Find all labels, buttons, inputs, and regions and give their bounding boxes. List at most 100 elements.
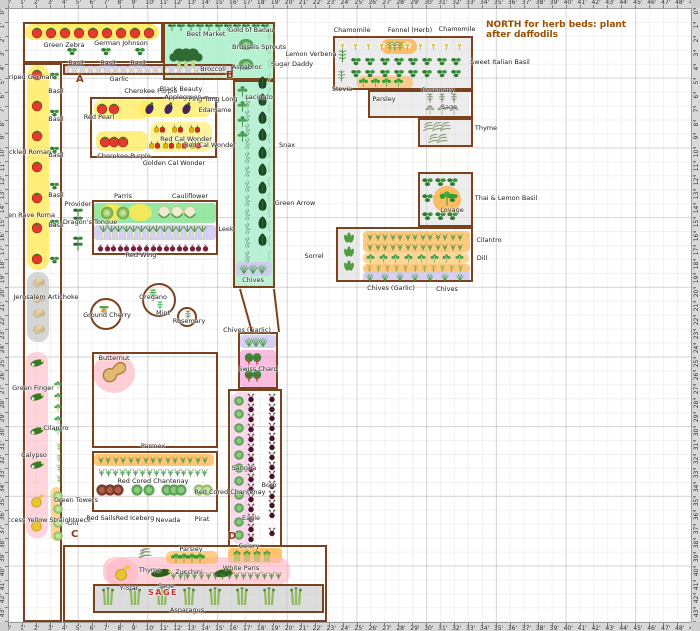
ruler-label: 32' [452,626,461,631]
ruler-label: 42' [0,594,6,603]
ruler-label: 19' [271,626,280,631]
ruler-label: 3' [694,51,700,56]
ruler-corner [691,622,700,631]
ruler-label: 27' [694,385,700,394]
ruler-label: 39' [694,553,700,562]
ruler-label: 8' [118,0,123,6]
ruler-label: 6' [90,0,95,6]
ruler-left: 0'1'2'3'4'5'6'7'8'9'10'11'12'13'14'15'16… [0,8,9,622]
ruler-label: 22' [694,316,700,325]
ruler-label: 16' [0,232,6,241]
garden-planner-canvas: 0'1'2'3'4'5'6'7'8'9'10'11'12'13'14'15'16… [0,0,700,631]
planting-note[interactable]: NORTH for herb beds: plant after daffodi… [486,20,626,40]
ruler-label: 1' [20,626,25,631]
ruler-label: 22' [0,316,6,325]
ruler-label: 5' [76,626,81,631]
ruler-label: 0' [0,9,6,14]
ruler-label: 33' [0,469,6,478]
ruler-label: 10' [145,0,154,6]
ruler-label: 26' [368,626,377,631]
ruler-label: 32' [0,455,6,464]
ruler-label: 21' [299,0,308,6]
ruler-label: 33' [466,626,475,631]
ruler-label: 12' [173,0,182,6]
ruler-label: 10' [0,148,6,157]
ruler-label: 26' [368,0,377,6]
ruler-label: 31' [438,0,447,6]
ruler-label: 15' [0,218,6,227]
ruler-label: 43' [694,608,700,617]
ruler-label: 14' [0,204,6,213]
ruler-label: 34' [480,0,489,6]
ruler-label: 41' [578,626,587,631]
ruler-label: 4' [694,65,700,70]
ruler-label: 20' [285,626,294,631]
ruler-label: 19' [271,0,280,6]
ruler-label: 40' [694,567,700,576]
ruler-label: 8' [0,121,6,126]
ruler-label: 45' [633,0,642,6]
ruler-label: 2' [0,37,6,42]
ruler-label: 18' [0,260,6,269]
ruler-label: 40' [564,0,573,6]
ruler-label: 35' [0,497,6,506]
ruler-label: 30' [0,427,6,436]
ruler-label: 38' [694,539,700,548]
ruler-label: 37' [522,626,531,631]
ruler-label: 43' [0,608,6,617]
ruler-label: 28' [396,0,405,6]
ruler-label: 46' [647,626,656,631]
ruler-label: 23' [0,330,6,339]
ruler-label: 7' [104,626,109,631]
ruler-top: 0'1'2'3'4'5'6'7'8'9'10'11'12'13'14'15'16… [8,0,691,9]
ruler-label: 9' [694,134,700,139]
ruler-label: 10' [694,148,700,157]
ruler-label: 31' [0,441,6,450]
ruler-label: 21' [0,302,6,311]
ruler-label: 9' [0,134,6,139]
ruler-label: 11' [694,162,700,171]
ruler-label: 16' [229,626,238,631]
ruler-label: 8' [118,626,123,631]
ruler-corner [0,622,8,631]
ruler-label: 33' [694,469,700,478]
ruler-label: 40' [0,567,6,576]
ruler-label: 35' [694,497,700,506]
ruler-label: 42' [591,0,600,6]
ruler-label: 5' [0,79,6,84]
ruler-label: 30' [694,427,700,436]
ruler-label: 6' [0,93,6,98]
ruler-label: 17' [694,246,700,255]
ruler-label: 21' [694,302,700,311]
ruler-label: 39' [550,0,559,6]
ruler-label: 29' [0,413,6,422]
ruler-label: 35' [494,626,503,631]
ruler-label: 30' [424,626,433,631]
ruler-label: 14' [201,626,210,631]
ruler-label: 20' [694,288,700,297]
ruler-label: 8' [694,121,700,126]
ruler-label: 37' [694,525,700,534]
ruler-label: 11' [0,162,6,171]
ruler-label: 36' [694,511,700,520]
ruler-label: 41' [578,0,587,6]
ruler-label: 30' [424,0,433,6]
ruler-label: 36' [508,0,517,6]
ruler-label: 43' [605,626,614,631]
ruler-label: 22' [313,626,322,631]
ruler-label: 36' [508,626,517,631]
ruler-label: 2' [694,37,700,42]
ruler-label: 17' [243,626,252,631]
ruler-label: 42' [591,626,600,631]
ruler-label: 5' [694,79,700,84]
ruler-label: 31' [438,626,447,631]
bed-connector-lines [0,0,700,631]
ruler-label: 19' [694,274,700,283]
ruler-label: 25' [355,0,364,6]
ruler-label: 12' [694,176,700,185]
ruler-label: 15' [215,0,224,6]
ruler-label: 4' [62,0,67,6]
ruler-label: 5' [76,0,81,6]
ruler-label: 34' [694,483,700,492]
ruler-label: 34' [0,483,6,492]
